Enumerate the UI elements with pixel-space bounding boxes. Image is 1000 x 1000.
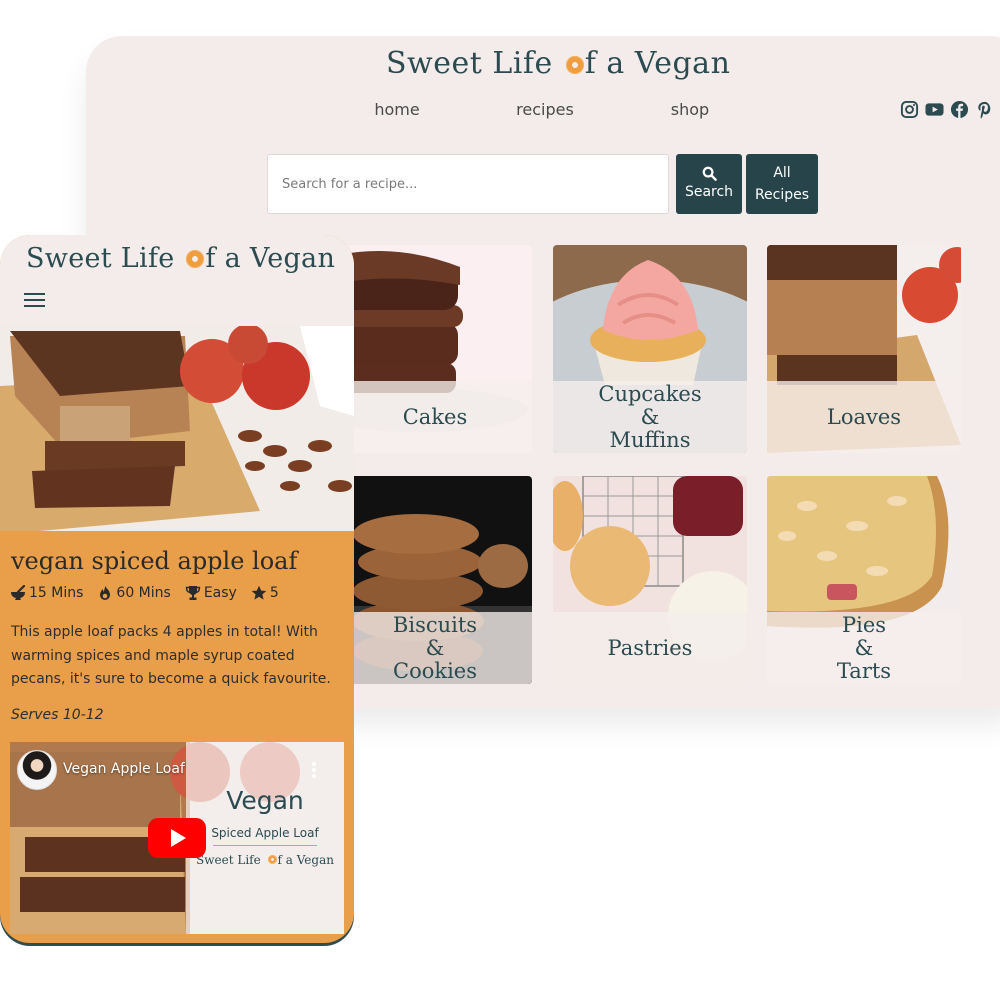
search-button-label: Search [684,183,734,200]
youtube-video-embed[interactable]: Vegan Apple Loaf Vegan Spiced Apple Loaf… [10,742,344,934]
prep-time: 15 Mins [10,585,83,601]
mortar-pestle-icon [11,585,26,600]
facebook-icon[interactable] [950,100,969,119]
main-nav: home recipes shop [86,100,1000,124]
category-label: Pastries [553,612,747,684]
star-icon [251,585,267,600]
search-button[interactable]: Search [676,154,742,214]
all-recipes-button[interactable]: All Recipes [746,154,818,214]
category-card-cupcakes-muffins[interactable]: Cupcakes & Muffins [553,245,747,453]
social-links [900,100,994,119]
category-label: Pies & Tarts [767,612,961,684]
category-card-biscuits-cookies[interactable]: Biscuits & Cookies [338,476,532,684]
nav-home[interactable]: home [374,100,419,119]
recipe-meta: 15 Mins 60 Mins Easy 5 [10,585,279,601]
logo-text-end: f a Vegan [584,46,731,81]
video-overlay-divider [213,845,317,846]
difficulty: Easy [185,585,237,601]
recipe-hero-image [0,326,354,531]
nav-shop[interactable]: shop [671,100,709,119]
all-recipes-label-line1: All [773,165,791,181]
orange-flower-icon [186,250,205,268]
orange-flower-icon [565,56,584,74]
category-label: Biscuits & Cookies [338,612,532,684]
category-label: Cupcakes & Muffins [553,381,747,453]
recipe-serves: Serves 10-12 [11,707,104,723]
more-options-icon[interactable] [312,762,316,780]
video-overlay-subheading: Spiced Apple Loaf [211,826,319,840]
video-title[interactable]: Vegan Apple Loaf [63,761,185,777]
category-card-cakes[interactable]: Cakes [338,245,532,453]
mobile-screen: Sweet Life f a Vegan vegan spiced apple … [0,235,354,943]
logo-text-start: Sweet Life [26,243,184,274]
recipe-search-input[interactable] [267,154,669,214]
mobile-site-logo[interactable]: Sweet Life f a Vegan [26,243,335,274]
video-overlay-brand: Sweet Life f a Vegan [196,853,334,867]
fire-icon [100,586,111,600]
all-recipes-label-line2: Recipes [754,187,810,203]
youtube-icon[interactable] [925,100,944,119]
channel-avatar[interactable] [17,750,57,790]
category-card-pies-tarts[interactable]: Pies & Tarts [767,476,961,684]
cook-time: 60 Mins [97,585,171,601]
category-label: Cakes [338,381,532,453]
category-card-pastries[interactable]: Pastries [553,476,747,684]
logo-text-start: Sweet Life [386,46,563,81]
category-label: Loaves [767,381,961,453]
video-overlay-heading: Vegan [226,786,304,815]
rating: 5 [251,585,279,601]
youtube-play-button[interactable] [148,818,206,858]
hamburger-icon[interactable] [24,293,45,307]
recipe-description: This apple loaf packs 4 apples in total!… [11,624,331,687]
recipe-title: vegan spiced apple loaf [11,547,298,575]
instagram-icon[interactable] [900,100,919,119]
category-card-loaves[interactable]: Loaves [767,245,961,453]
site-logo[interactable]: Sweet Life f a Vegan [386,46,730,81]
nav-recipes[interactable]: recipes [516,100,574,119]
orange-flower-icon [267,855,277,864]
trophy-icon [185,586,201,600]
logo-text-end: f a Vegan [205,243,336,274]
mobile-header: Sweet Life f a Vegan [0,235,354,326]
magnifier-icon [702,166,717,181]
pinterest-icon[interactable] [975,100,994,119]
